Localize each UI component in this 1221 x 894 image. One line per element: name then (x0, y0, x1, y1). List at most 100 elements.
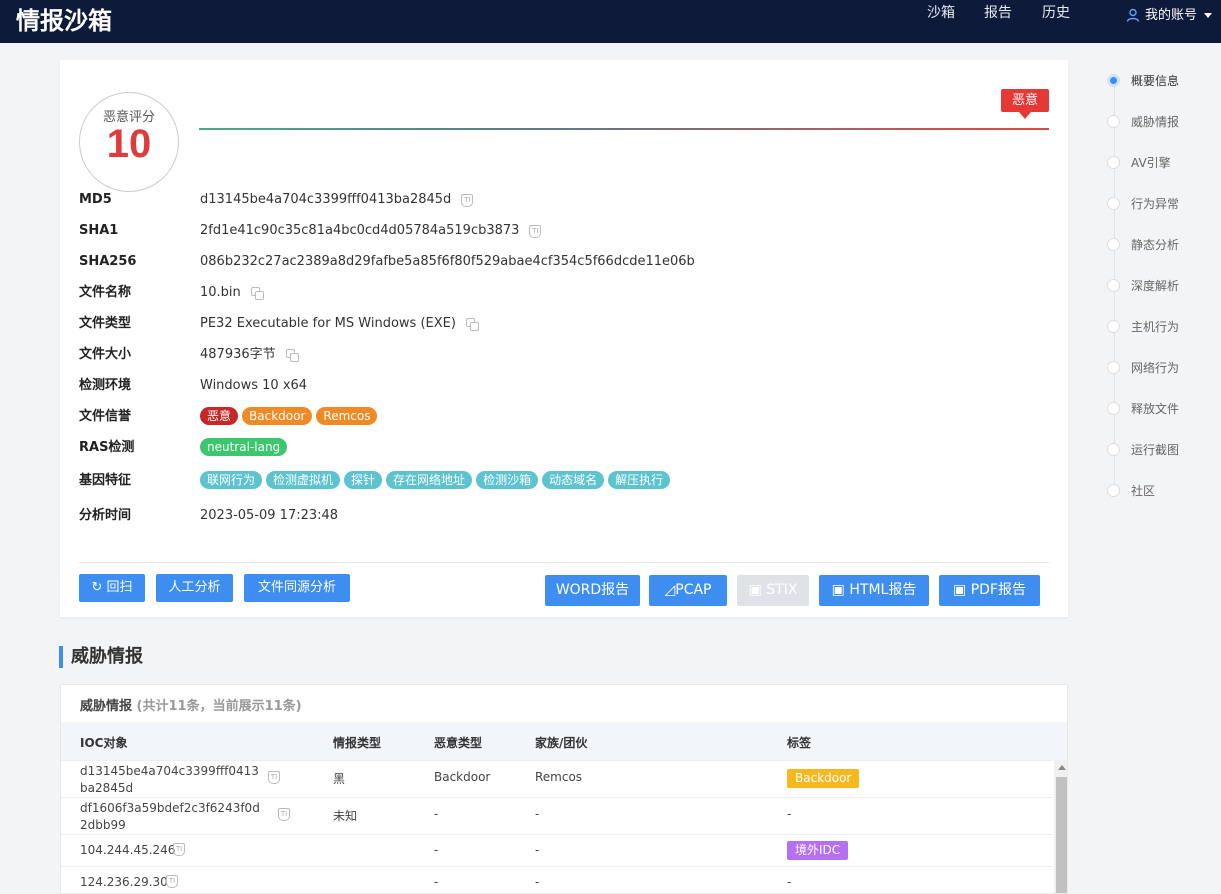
ioc-tag: - (787, 807, 792, 821)
nav-history[interactable]: 历史 (1042, 0, 1070, 30)
scroll-up-icon[interactable] (1058, 765, 1066, 770)
field-value: d13145be4a704c3399fff0413ba2845d (200, 192, 452, 207)
score-circle: 恶意评分 10 (79, 92, 179, 192)
ras-tag: neutral-lang (200, 438, 288, 456)
intel-type: 未知 (333, 809, 358, 823)
dot-icon (1107, 401, 1120, 415)
account-menu[interactable]: 我的账号 (1126, 0, 1213, 30)
threat-count: (共计11条，当前展示11条) (136, 699, 302, 714)
sidebar-item-dropped[interactable]: 释放文件 (1107, 398, 1179, 418)
field-label: 分析时间 (79, 508, 132, 523)
threat-card-title: 威胁情报 (共计11条，当前展示11条) (80, 699, 302, 714)
sidebar-item-behavior-anomaly[interactable]: 行为异常 (1107, 193, 1179, 213)
field-label: MD5 (79, 192, 112, 207)
rescan-button[interactable]: ↻ 回扫 (79, 574, 145, 602)
dot-icon (1107, 196, 1120, 210)
intel-type: 黑 (333, 772, 346, 786)
score-value: 10 (106, 122, 152, 166)
html-icon: ▣ (831, 582, 850, 598)
sidebar-item-static[interactable]: 静态分析 (1107, 234, 1179, 254)
html-report-button[interactable]: ▣ HTML报告 (819, 575, 929, 606)
table-row: df1606f3a59bdef2c3f6243f0d2dbb99 TI 未知 -… (61, 797, 1053, 834)
ioc-tag: 境外IDC (787, 841, 849, 860)
threat-intel-icon[interactable]: TI (268, 771, 280, 784)
dot-icon (1107, 73, 1120, 87)
family: Remcos (535, 770, 583, 784)
column-header: 恶意类型 (434, 736, 483, 750)
summary-card: 恶意评分 10 恶意 MD5 d13145be4a704c3399fff0413… (60, 60, 1068, 617)
field-value: 086b232c27ac2389a8d29fafbe5a85f6f80f529a… (200, 254, 695, 269)
family: - (535, 843, 540, 857)
nav-sandbox[interactable]: 沙箱 (927, 0, 955, 30)
stix-icon: ▣ (748, 582, 767, 598)
threat-table-card: 威胁情报 (共计11条，当前展示11条) IOC对象 情报类型 恶意类型 家族/… (60, 684, 1068, 894)
reputation-tag: 恶意 (200, 407, 239, 425)
sidebar-item-host[interactable]: 主机行为 (1107, 316, 1179, 336)
column-header: IOC对象 (80, 736, 128, 750)
family: - (535, 875, 540, 889)
sidebar-item-network[interactable]: 网络行为 (1107, 357, 1179, 377)
field-value: PE32 Executable for MS Windows (EXE) (200, 316, 456, 331)
gene-tag: 检测虚拟机 (266, 471, 341, 489)
malware-type: Backdoor (434, 770, 491, 784)
dot-icon (1107, 278, 1120, 292)
field-value: 487936字节 (200, 347, 276, 362)
score-gradient-bar (199, 128, 1049, 130)
reputation-tag: Remcos (316, 407, 378, 425)
dot-icon (1107, 237, 1120, 251)
pcap-button[interactable]: ◿PCAP (649, 575, 727, 606)
dot-icon (1107, 155, 1120, 169)
table-row: 104.244.45.246 TI - - 境外IDC (61, 834, 1053, 866)
word-report-button[interactable]: WORD报告 (545, 575, 640, 606)
copy-icon[interactable] (465, 317, 479, 331)
threat-intel-icon[interactable]: TI (461, 193, 474, 207)
manual-analysis-button[interactable]: 人工分析 (156, 574, 233, 602)
reputation-tag: Backdoor (242, 407, 313, 425)
dot-icon (1107, 319, 1120, 333)
app-logo[interactable]: 情报沙箱 (16, 1, 112, 36)
table-scrollbar[interactable] (1054, 760, 1067, 893)
gene-tag: 探针 (344, 471, 383, 489)
threat-intel-icon[interactable]: TI (278, 808, 290, 821)
homology-analysis-button[interactable]: 文件同源分析 (244, 574, 350, 602)
field-value: 10.bin (200, 285, 241, 300)
sidebar-item-overview[interactable]: 概要信息 (1107, 70, 1179, 90)
verdict-badge: 恶意 (1001, 89, 1049, 119)
sidebar-item-community[interactable]: 社区 (1107, 480, 1155, 500)
copy-icon[interactable] (285, 348, 299, 362)
field-label: 检测环境 (79, 378, 132, 393)
family: - (535, 807, 540, 821)
threat-intel-icon[interactable]: TI (173, 843, 185, 856)
malware-type: - (434, 843, 439, 857)
ioc-tag: Backdoor (787, 769, 860, 788)
scroll-thumb[interactable] (1056, 777, 1067, 893)
threat-intel-icon[interactable]: TI (529, 224, 542, 238)
table-row: d13145be4a704c3399fff0413ba2845d TI 黑 Ba… (61, 760, 1053, 797)
sidebar-item-av[interactable]: AV引擎 (1107, 152, 1171, 172)
column-header: 家族/团伙 (535, 736, 588, 750)
gene-tag: 存在网络地址 (386, 471, 473, 489)
stix-button[interactable]: ▣ STIX (737, 575, 809, 606)
nav-report[interactable]: 报告 (984, 0, 1012, 30)
sidebar-item-deep[interactable]: 深度解析 (1107, 275, 1179, 295)
sidebar-item-screenshots[interactable]: 运行截图 (1107, 439, 1179, 459)
sidebar-item-threat[interactable]: 威胁情报 (1107, 111, 1179, 131)
field-label: 文件名称 (79, 285, 132, 300)
caret-down-icon (1204, 12, 1213, 18)
ioc-value[interactable]: 104.244.45.246 (80, 842, 260, 859)
column-header: 标签 (787, 736, 812, 750)
field-label: SHA256 (79, 254, 137, 269)
pdf-report-button[interactable]: ▣ PDF报告 (939, 575, 1040, 606)
copy-icon[interactable] (250, 286, 264, 300)
table-header: IOC对象 情报类型 恶意类型 家族/团伙 标签 (61, 722, 1067, 760)
ioc-value[interactable]: df1606f3a59bdef2c3f6243f0d2dbb99 (80, 800, 260, 834)
gene-tag: 联网行为 (200, 471, 263, 489)
pcap-icon: ◿ (664, 582, 676, 598)
table-row: 124.236.29.30 TI - - - (61, 866, 1053, 893)
dot-icon (1107, 442, 1120, 456)
ioc-value[interactable]: d13145be4a704c3399fff0413ba2845d (80, 763, 260, 797)
threat-intel-icon[interactable]: TI (166, 875, 178, 888)
account-label: 我的账号 (1145, 7, 1198, 23)
pdf-icon: ▣ (953, 582, 971, 598)
malware-type: - (434, 807, 439, 821)
